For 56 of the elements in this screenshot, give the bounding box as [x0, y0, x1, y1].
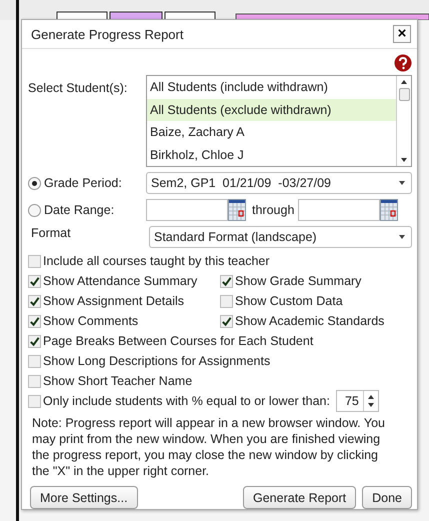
checkbox[interactable]	[28, 354, 41, 368]
checkbox[interactable]	[28, 274, 41, 288]
option-label: Grade Period:	[44, 176, 122, 190]
checkbox[interactable]	[220, 314, 233, 328]
option-label: Show Grade Summary	[235, 274, 362, 288]
end-date-field[interactable]	[298, 199, 380, 221]
more-settings-button[interactable]: More Settings...	[30, 486, 138, 509]
radio-button[interactable]	[28, 204, 41, 216]
option-label: Only include students with % equal to or lower than:	[43, 394, 330, 408]
scroll-thumb[interactable]	[398, 88, 410, 101]
checkbox[interactable]	[220, 294, 233, 308]
option-label: Date Range:	[44, 203, 114, 217]
option-label: Show Attendance Summary	[43, 274, 198, 288]
calendar-icon[interactable]	[380, 199, 398, 221]
close-button[interactable]: ×	[393, 25, 411, 43]
option-label: Show Assignment Details	[43, 294, 184, 308]
student-item[interactable]: Baize, Zachary A	[147, 121, 396, 144]
student-list[interactable]: All Students (include withdrawn) All Students (exclude withdrawn) Baize, Zachary A Birkholz, Chloe J	[146, 75, 412, 167]
start-date-field[interactable]	[146, 199, 228, 221]
option-label: Show Academic Standards	[235, 314, 384, 328]
scrollbar[interactable]	[396, 76, 411, 166]
checkbox[interactable]	[28, 314, 41, 328]
checkbox[interactable]	[28, 394, 41, 408]
checkbox[interactable]	[28, 294, 41, 308]
option-label: Show Comments	[43, 314, 138, 328]
student-item[interactable]: All Students (include withdrawn)	[147, 76, 396, 98]
format-label: Format	[30, 226, 72, 240]
increment-icon[interactable]	[368, 395, 374, 399]
students-label: Select Student(s):	[28, 80, 128, 95]
option-label: Page Breaks Between Courses for Each Student	[43, 334, 314, 348]
note-text: Note: Progress report will appear in a new browser window. You may print from the new window. When you are finished viewing the progress report, you may close the new window by clicking the "X" in the upper right corner.	[32, 415, 386, 479]
checkbox[interactable]	[28, 334, 41, 348]
format-dropdown[interactable]: Standard Format (landscape)	[149, 226, 412, 248]
decrement-icon[interactable]	[368, 403, 374, 407]
student-item[interactable]: All Students (exclude withdrawn)	[147, 98, 396, 121]
option-label: Show Long Descriptions for Assignments	[43, 354, 270, 368]
help-icon[interactable]	[394, 54, 412, 72]
through-label: through	[252, 203, 294, 217]
dialog-button[interactable]: Generate Report	[243, 486, 356, 509]
scroll-down-icon[interactable]	[401, 158, 407, 162]
calendar-icon[interactable]	[228, 199, 246, 221]
option-label: Include all courses taught by this teacher	[43, 254, 270, 268]
scroll-up-icon[interactable]	[401, 80, 407, 84]
checkbox[interactable]	[220, 274, 233, 288]
checkbox[interactable]	[28, 254, 41, 268]
grade-period-dropdown[interactable]: Sem2, GP1 01/21/09 -03/27/09	[146, 172, 412, 194]
window-title: Generate Progress Report	[31, 26, 184, 42]
radio-button[interactable]	[28, 176, 41, 190]
caret-icon	[399, 235, 405, 239]
caret-icon	[399, 181, 405, 185]
student-item[interactable]: Birkholz, Chloe J	[147, 144, 396, 166]
dialog-button[interactable]: Done	[362, 486, 412, 509]
option-label: Show Short Teacher Name	[43, 374, 192, 388]
option-label: Show Custom Data	[235, 294, 343, 308]
checkbox[interactable]	[28, 374, 41, 388]
percent-spinner[interactable]: 75	[336, 390, 379, 412]
